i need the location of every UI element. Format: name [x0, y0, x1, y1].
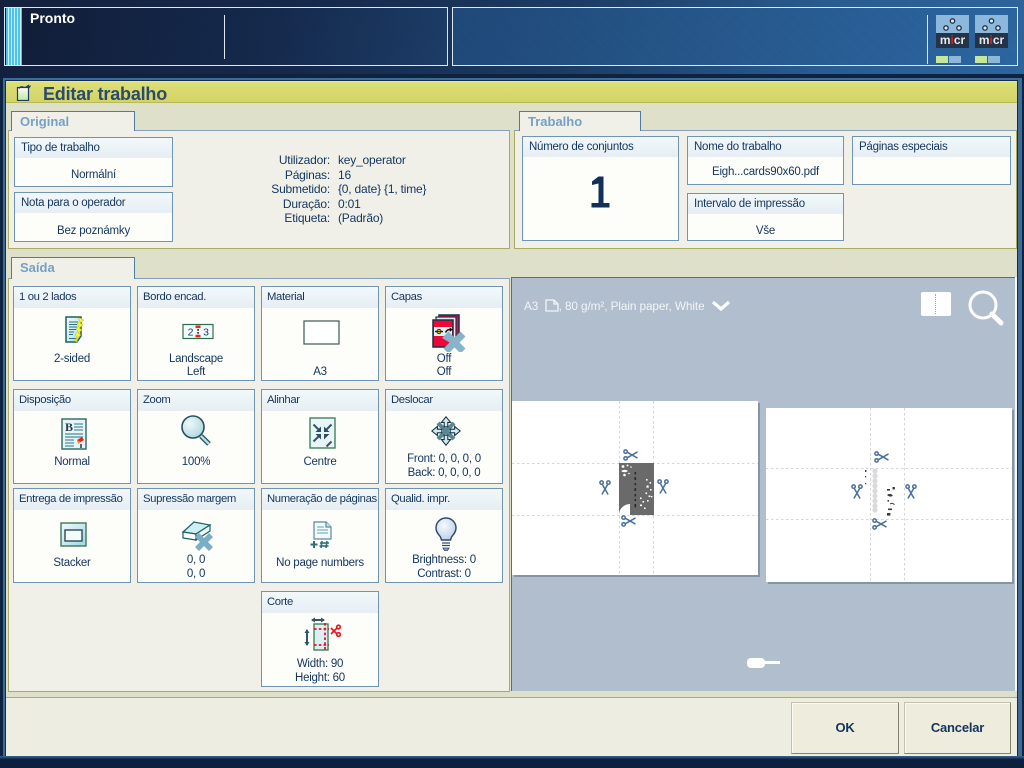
svg-text:2: 2 [188, 327, 194, 339]
svg-text:3: 3 [203, 327, 209, 339]
svg-text:B: B [65, 420, 73, 434]
